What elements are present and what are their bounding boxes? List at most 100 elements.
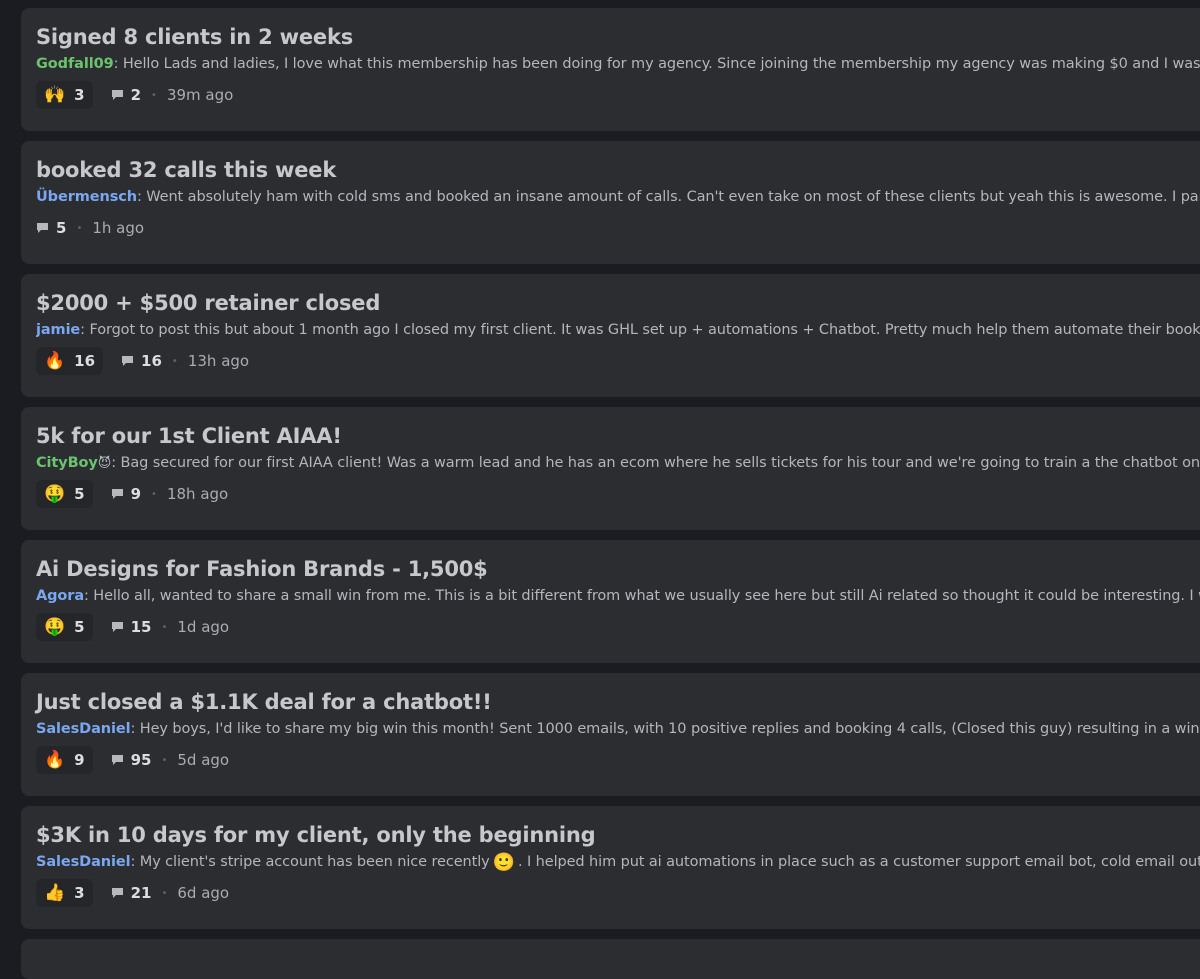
- comments-button[interactable]: 2: [105, 86, 141, 104]
- comment-icon: [111, 90, 123, 100]
- forum-post[interactable]: booked 32 calls this week Übermensch: We…: [21, 141, 1200, 264]
- forum-post[interactable]: $2000 + $500 retainer closed jamie: Forg…: [21, 274, 1200, 397]
- separator-dot: •: [161, 887, 168, 899]
- post-timestamp: 18h ago: [166, 485, 229, 503]
- comments-button[interactable]: 5: [36, 219, 66, 237]
- comment-icon: [111, 622, 123, 632]
- post-title[interactable]: booked 32 calls this week: [36, 155, 1200, 187]
- raised-hands-icon: 🙌: [44, 84, 66, 105]
- post-feed: Signed 8 clients in 2 weeks Godfall09: H…: [21, 8, 1200, 979]
- separator-dot: •: [76, 222, 83, 234]
- author-name[interactable]: CityBoy: [36, 455, 98, 471]
- author-name[interactable]: SalesDaniel: [36, 721, 131, 737]
- forum-post[interactable]: $3K in 10 days for my client, only the b…: [21, 806, 1200, 929]
- comment-count: 95: [130, 751, 152, 769]
- reaction-count: 9: [74, 751, 85, 769]
- comments-button[interactable]: 16: [115, 352, 162, 370]
- post-timestamp: 13h ago: [187, 352, 250, 370]
- post-meta: 🔥 9 95 • 5d ago: [36, 745, 1200, 775]
- thumbs-up-icon: 👍: [44, 882, 66, 903]
- post-preview: CityBoy😈: Bag secured for our first AIAA…: [36, 453, 1200, 475]
- comment-icon: [111, 755, 123, 765]
- comment-count: 21: [130, 884, 152, 902]
- separator-dot: •: [151, 89, 157, 101]
- forum-post[interactable]: Ai Designs for Fashion Brands - 1,500$ A…: [21, 540, 1200, 663]
- comments-button[interactable]: 95: [105, 751, 152, 769]
- separator-dot: •: [171, 355, 178, 367]
- comment-count: 15: [130, 618, 152, 636]
- reaction-count: 3: [74, 86, 85, 104]
- post-preview: Godfall09: Hello Lads and ladies, I love…: [36, 54, 1200, 76]
- post-preview: Übermensch: Went absolutely ham with col…: [36, 187, 1200, 209]
- author-name[interactable]: Agora: [36, 588, 84, 604]
- reaction-count: 3: [74, 884, 85, 902]
- post-meta: 👍 3 21 • 6d ago: [36, 878, 1200, 908]
- post-timestamp: 5d ago: [177, 751, 230, 769]
- post-title[interactable]: 5k for our 1st Client AIAA!: [36, 421, 1200, 453]
- reaction-button[interactable]: 🔥 16: [36, 347, 104, 375]
- reaction-button[interactable]: 🔥 9: [36, 746, 93, 774]
- preview-text: : Forgot to post this but about 1 month …: [80, 322, 1200, 338]
- comments-button[interactable]: 15: [105, 618, 152, 636]
- preview-text-continued: . I helped him put ai automations in pla…: [517, 854, 1200, 870]
- reaction-button[interactable]: 👍 3: [36, 879, 93, 907]
- smiling-imp-icon: 😈: [97, 456, 112, 471]
- post-timestamp: 1d ago: [177, 618, 230, 636]
- comments-button[interactable]: 21: [105, 884, 152, 902]
- reaction-count: 5: [74, 618, 85, 636]
- reaction-button[interactable]: 🤑 5: [36, 613, 93, 641]
- comment-count: 16: [141, 352, 162, 370]
- post-preview: SalesDaniel: My client's stripe account …: [36, 852, 1200, 874]
- comment-count: 2: [130, 86, 142, 104]
- post-title[interactable]: Ai Designs for Fashion Brands - 1,500$: [36, 554, 1200, 586]
- reaction-button[interactable]: 🤑 5: [36, 480, 93, 508]
- preview-text: : Bag secured for our first AIAA client!…: [111, 455, 1200, 471]
- money-mouth-face-icon: 🤑: [44, 483, 66, 504]
- author-name[interactable]: SalesDaniel: [36, 854, 131, 870]
- author-name[interactable]: Übermensch: [36, 189, 137, 205]
- reaction-count: 16: [74, 352, 96, 370]
- post-title[interactable]: Signed 8 clients in 2 weeks: [36, 22, 1200, 54]
- preview-text: : Hello all, wanted to share a small win…: [84, 588, 1200, 604]
- post-title[interactable]: $2000 + $500 retainer closed: [36, 288, 1200, 320]
- post-preview: Agora: Hello all, wanted to share a smal…: [36, 586, 1200, 608]
- post-timestamp: 6d ago: [177, 884, 230, 902]
- post-meta: 🤑 5 15 • 1d ago: [36, 612, 1200, 642]
- comment-icon: [111, 489, 123, 499]
- reaction-button[interactable]: 🙌 3: [36, 81, 93, 109]
- post-title[interactable]: Just closed a $1.1K deal for a chatbot!!: [36, 687, 1200, 719]
- separator-dot: •: [161, 754, 168, 766]
- post-title[interactable]: $3K in 10 days for my client, only the b…: [36, 820, 1200, 852]
- comment-icon: [37, 223, 48, 233]
- preview-text: : Went absolutely ham with cold sms and …: [136, 189, 1200, 205]
- post-preview: SalesDaniel: Hey boys, I'd like to share…: [36, 719, 1200, 741]
- separator-dot: •: [151, 488, 157, 500]
- post-meta: 🔥 16 16 • 13h ago: [36, 346, 1200, 376]
- post-meta: 5 • 1h ago: [36, 213, 1200, 243]
- post-meta: 🙌 3 2 • 39m ago: [36, 80, 1200, 110]
- author-name[interactable]: jamie: [36, 322, 80, 338]
- comment-icon: [122, 356, 134, 366]
- author-name[interactable]: Godfall09: [36, 56, 114, 72]
- reaction-count: 5: [74, 485, 85, 503]
- separator-dot: •: [161, 621, 168, 633]
- post-timestamp: 39m ago: [166, 86, 234, 104]
- fire-icon: 🔥: [44, 350, 66, 371]
- forum-post[interactable]: Signed 8 clients in 2 weeks Godfall09: H…: [21, 8, 1200, 131]
- post-preview: jamie: Forgot to post this but about 1 m…: [36, 320, 1200, 342]
- comment-count: 9: [130, 485, 142, 503]
- post-timestamp: 1h ago: [92, 219, 145, 237]
- fire-icon: 🔥: [44, 749, 66, 770]
- forum-post[interactable]: [21, 939, 1200, 979]
- post-meta: 🤑 5 9 • 18h ago: [36, 479, 1200, 509]
- comment-icon: [111, 888, 123, 898]
- preview-text: : My client's stripe account has been ni…: [130, 854, 490, 870]
- comments-button[interactable]: 9: [105, 485, 141, 503]
- slightly-smiling-face-icon: 🙂: [492, 852, 515, 873]
- forum-post[interactable]: 5k for our 1st Client AIAA! CityBoy😈: Ba…: [21, 407, 1200, 530]
- comment-count: 5: [56, 219, 67, 237]
- money-mouth-face-icon: 🤑: [44, 616, 66, 637]
- preview-text: : Hello Lads and ladies, I love what thi…: [113, 56, 1200, 72]
- forum-post[interactable]: Just closed a $1.1K deal for a chatbot!!…: [21, 673, 1200, 796]
- preview-text: : Hey boys, I'd like to share my big win…: [130, 721, 1200, 737]
